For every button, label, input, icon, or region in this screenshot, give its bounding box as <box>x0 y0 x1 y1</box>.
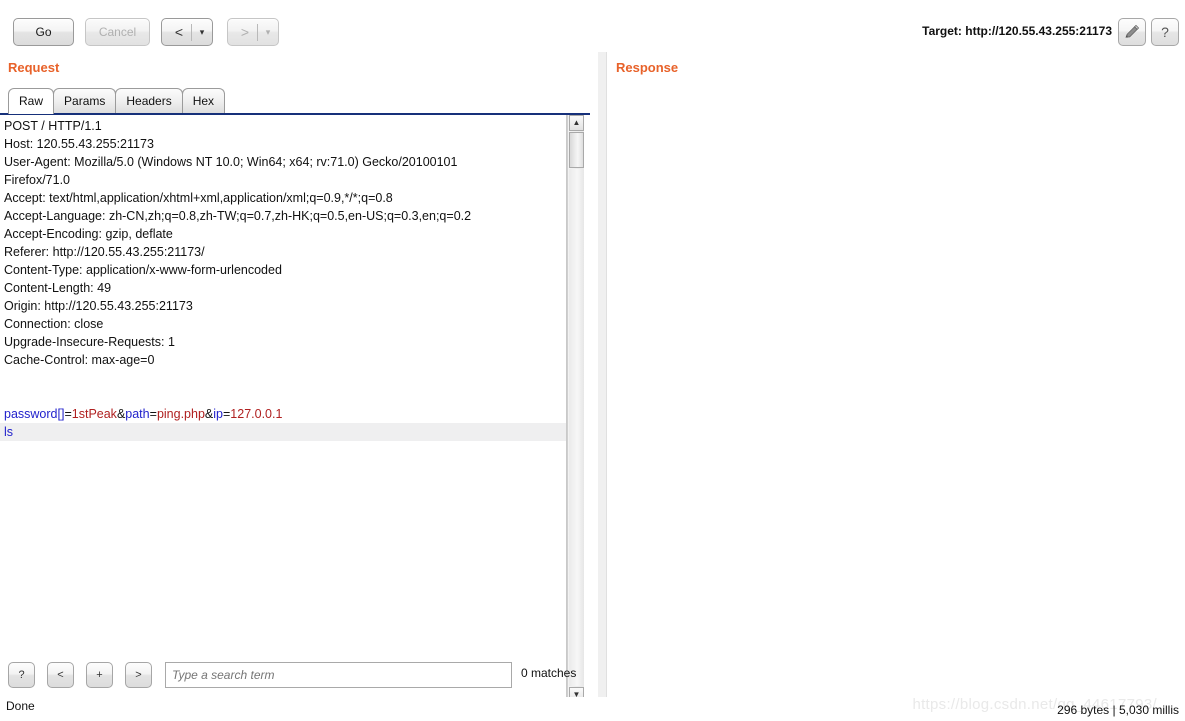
request-header-line: Content-Type: application/x-www-form-url… <box>4 263 282 277</box>
left-arrow-icon: < <box>174 24 184 40</box>
response-panel: Response Raw Headers Hex HTTP/1.1 200 OK… <box>605 52 1185 721</box>
tab-request-hex[interactable]: Hex <box>181 88 226 114</box>
chevron-down-icon[interactable]: ▾ <box>194 19 210 46</box>
request-search-input[interactable] <box>165 662 512 688</box>
status-bar: https://blog.csdn.net/qq_44617793/ Done … <box>0 696 1185 721</box>
cancel-button[interactable]: Cancel <box>85 18 150 46</box>
param-equals: = <box>149 407 157 421</box>
request-header-line: Accept-Language: zh-CN,zh;q=0.8,zh-TW;q=… <box>4 209 472 223</box>
request-header-line: Firefox/71.0 <box>4 173 71 187</box>
request-panel: Request Raw Params Headers Hex POST / HT… <box>0 52 597 721</box>
param-equals: = <box>64 407 72 421</box>
question-mark-icon: ? <box>1161 24 1169 40</box>
help-button[interactable]: ? <box>1151 18 1179 46</box>
tab-request-headers[interactable]: Headers <box>115 88 183 114</box>
tab-request-params[interactable]: Params <box>53 88 117 114</box>
request-header-line: Cache-Control: max-age=0 <box>4 353 155 367</box>
scroll-thumb[interactable] <box>569 132 584 168</box>
pencil-icon <box>1125 24 1140 38</box>
request-header-line: User-Agent: Mozilla/5.0 (Windows NT 10.0… <box>4 155 458 169</box>
status-message: Done <box>6 699 35 713</box>
request-header-line: POST / HTTP/1.1 <box>4 119 102 133</box>
request-header-line: Connection: close <box>4 317 104 331</box>
top-toolbar: Go Cancel < ▾ > ▾ Target: http://120.55.… <box>0 0 1185 52</box>
request-body-params-line: password[]=1stPeak&path=ping.php&ip=127.… <box>4 405 562 423</box>
request-header-line: Upgrade-Insecure-Requests: 1 <box>4 335 175 349</box>
edit-target-button[interactable] <box>1118 18 1146 46</box>
request-header-line: Referer: http://120.55.43.255:21173/ <box>4 245 205 259</box>
param-name: ip <box>213 407 223 421</box>
request-scrollbar[interactable]: ▲ ▼ <box>567 115 584 703</box>
scroll-track[interactable] <box>569 169 584 686</box>
param-value: 1stPeak <box>71 407 117 421</box>
target-label: Target: http://120.55.43.255:21173 <box>922 24 1112 38</box>
next-request-button[interactable]: > ▾ <box>227 18 279 46</box>
request-search-prev-button[interactable]: < <box>47 662 74 688</box>
chevron-down-icon[interactable]: ▾ <box>260 19 276 46</box>
request-header-line: Content-Length: 49 <box>4 281 112 295</box>
request-panel-title: Request <box>8 60 60 75</box>
request-header-line: Host: 120.55.43.255:21173 <box>4 137 154 151</box>
request-header-line: Origin: http://120.55.43.255:21173 <box>4 299 193 313</box>
button-separator <box>257 24 258 41</box>
burp-repeater-window: Go Cancel < ▾ > ▾ Target: http://120.55.… <box>0 0 1185 721</box>
param-value: ping.php <box>156 407 205 421</box>
response-panel-title: Response <box>616 60 679 75</box>
request-match-count: 0 matches <box>521 666 577 680</box>
scroll-up-icon[interactable]: ▲ <box>569 115 584 131</box>
go-button[interactable]: Go <box>13 18 74 46</box>
response-size-timing: 296 bytes | 5,030 millis <box>1057 703 1179 717</box>
param-name: password[] <box>4 407 65 421</box>
previous-request-button[interactable]: < ▾ <box>161 18 213 46</box>
request-search-next-button[interactable]: > <box>125 662 152 688</box>
request-tabs: Raw Params Headers Hex <box>8 88 226 114</box>
request-blank-line <box>4 369 562 387</box>
param-value: 127.0.0.1 <box>230 407 283 421</box>
tab-request-raw[interactable]: Raw <box>8 88 55 114</box>
request-search-add-button[interactable]: + <box>86 662 113 688</box>
request-header-line: Accept: text/html,application/xhtml+xml,… <box>4 191 393 205</box>
request-header-line: Accept-Encoding: gzip, deflate <box>4 227 173 241</box>
right-arrow-icon: > <box>240 24 250 40</box>
request-search-help-button[interactable]: ? <box>8 662 35 688</box>
param-name: path <box>125 407 150 421</box>
request-editor[interactable]: POST / HTTP/1.1 Host: 120.55.43.255:2117… <box>0 115 567 703</box>
button-separator <box>191 24 192 41</box>
param-ampersand: & <box>204 407 214 421</box>
request-body-highlighted-line: ls <box>0 423 566 441</box>
request-blank-line <box>4 387 562 405</box>
